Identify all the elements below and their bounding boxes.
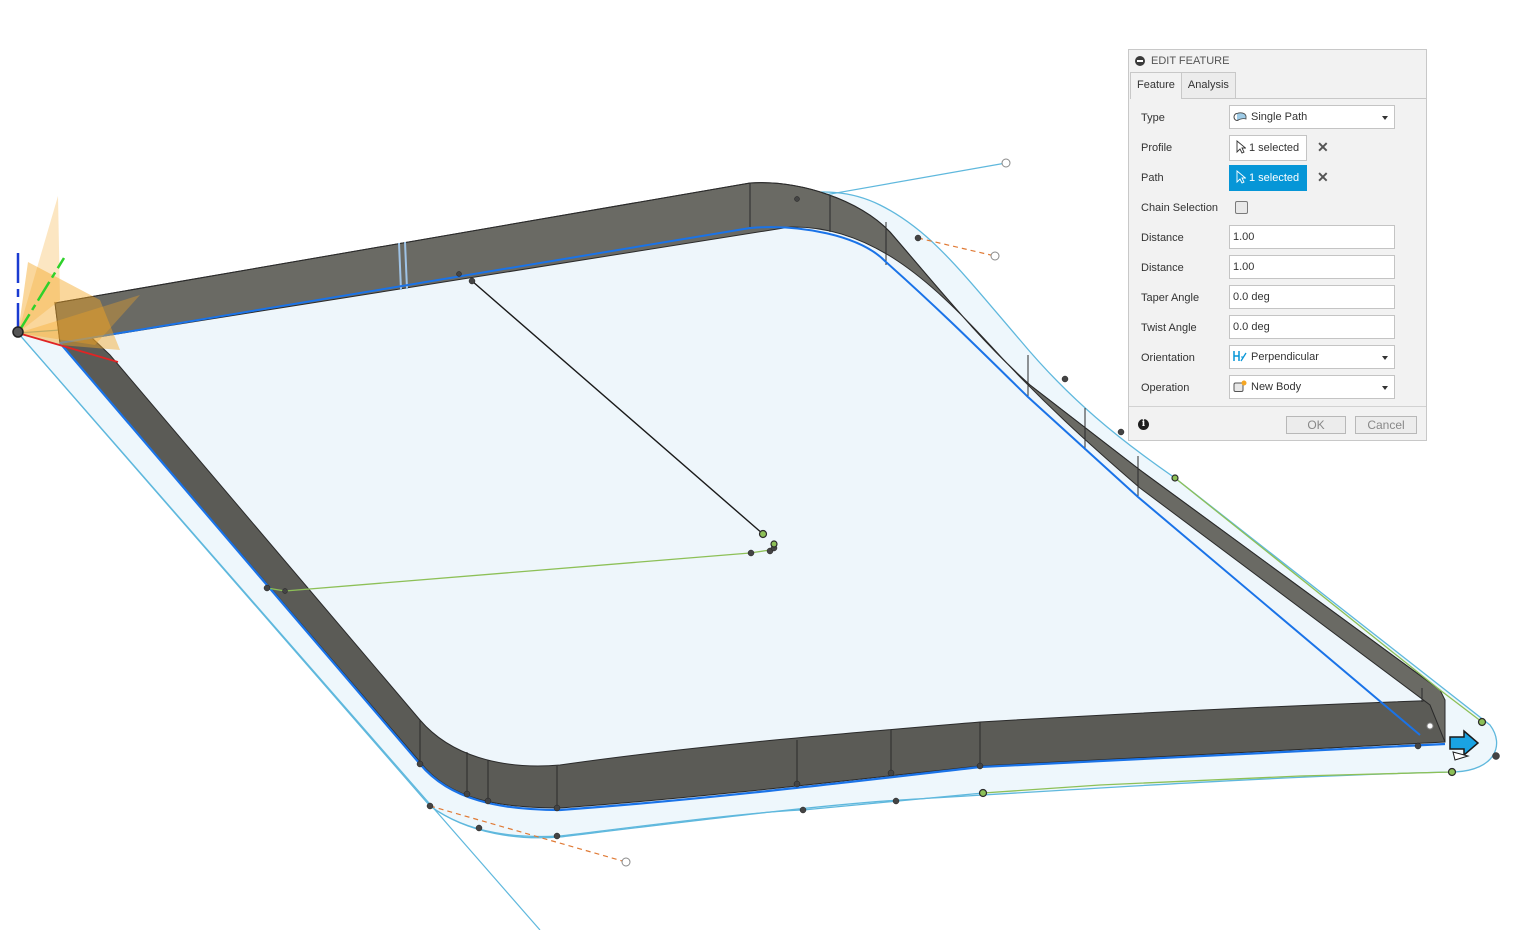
- taper-angle-input[interactable]: 0.0 deg: [1229, 285, 1395, 309]
- path-clear-icon[interactable]: ✕: [1317, 169, 1329, 186]
- taper-angle-row: Taper Angle 0.0 deg: [1129, 285, 1426, 311]
- profile-clear-icon[interactable]: ✕: [1317, 139, 1329, 156]
- twist-angle-input[interactable]: 0.0 deg: [1229, 315, 1395, 339]
- profile-row: Profile 1 selected ✕: [1129, 135, 1426, 161]
- panel-title: EDIT FEATURE: [1151, 55, 1230, 67]
- single-path-icon: [1233, 112, 1247, 121]
- perpendicular-icon: [1233, 351, 1247, 362]
- chain-selection-checkbox[interactable]: [1235, 201, 1248, 214]
- orientation-label: Orientation: [1141, 352, 1195, 364]
- info-icon[interactable]: i: [1138, 419, 1149, 430]
- chevron-down-icon: [1382, 116, 1388, 120]
- origin-point[interactable]: [12, 326, 24, 338]
- type-row: Type Single Path: [1129, 105, 1426, 131]
- collapse-icon[interactable]: [1135, 56, 1145, 66]
- operation-label: Operation: [1141, 382, 1190, 394]
- distance-input-1[interactable]: 1.00: [1229, 225, 1395, 249]
- path-select-button[interactable]: 1 selected: [1229, 165, 1307, 191]
- operation-dropdown[interactable]: New Body: [1229, 375, 1395, 399]
- distance-label-1: Distance: [1141, 232, 1184, 244]
- chevron-down-icon: [1382, 356, 1388, 360]
- type-label: Type: [1141, 112, 1165, 124]
- operation-row: Operation New Body: [1129, 375, 1426, 401]
- profile-select-button[interactable]: 1 selected: [1229, 135, 1307, 161]
- new-body-icon: [1233, 380, 1247, 392]
- tab-analysis[interactable]: Analysis: [1180, 72, 1236, 98]
- orientation-row: Orientation Perpendicular: [1129, 345, 1426, 371]
- panel-footer: i OK Cancel: [1129, 406, 1426, 441]
- profile-label: Profile: [1141, 142, 1173, 154]
- orientation-dropdown[interactable]: Perpendicular: [1229, 345, 1395, 369]
- type-dropdown[interactable]: Single Path: [1229, 105, 1395, 129]
- distance-label-2: Distance: [1141, 262, 1184, 274]
- tab-feature[interactable]: Feature: [1130, 72, 1182, 99]
- distance-input-2[interactable]: 1.00: [1229, 255, 1395, 279]
- distance-row-1: Distance 1.00: [1129, 225, 1426, 251]
- twist-angle-label: Twist Angle: [1141, 322, 1197, 334]
- cursor-icon: [1236, 140, 1246, 154]
- type-value: Single Path: [1251, 111, 1308, 123]
- distance-row-2: Distance 1.00: [1129, 255, 1426, 281]
- edit-feature-panel: EDIT FEATURE Feature Analysis Type Singl…: [1128, 49, 1427, 441]
- path-label: Path: [1141, 172, 1164, 184]
- path-row: Path 1 selected ✕: [1129, 165, 1426, 191]
- cancel-button[interactable]: Cancel: [1355, 416, 1417, 434]
- panel-header: EDIT FEATURE: [1129, 50, 1426, 72]
- profile-value: 1 selected: [1249, 142, 1300, 154]
- path-value: 1 selected: [1249, 172, 1300, 184]
- operation-value: New Body: [1251, 381, 1302, 393]
- chain-selection-label: Chain Selection: [1141, 202, 1219, 214]
- orientation-value: Perpendicular: [1251, 351, 1319, 363]
- tab-bar: Feature Analysis: [1130, 72, 1426, 99]
- taper-angle-label: Taper Angle: [1141, 292, 1200, 304]
- ok-button[interactable]: OK: [1286, 416, 1346, 434]
- cursor-icon: [1236, 170, 1246, 184]
- chevron-down-icon: [1382, 386, 1388, 390]
- twist-angle-row: Twist Angle 0.0 deg: [1129, 315, 1426, 341]
- chain-selection-row: Chain Selection: [1129, 195, 1426, 221]
